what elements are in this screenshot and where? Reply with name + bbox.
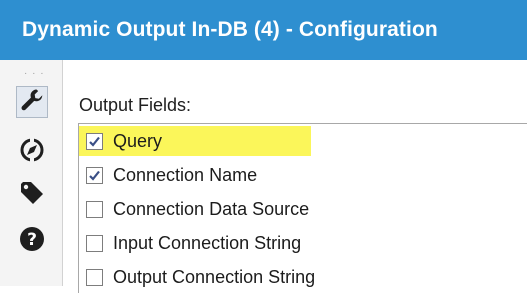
- checkmark-icon: [89, 170, 100, 181]
- navigator-icon: [19, 137, 45, 168]
- list-item[interactable]: Connection Data Source: [79, 194, 309, 224]
- tag-icon: [19, 180, 45, 211]
- window-title: Dynamic Output In-DB (4) - Configuration: [22, 18, 438, 41]
- field-label: Input Connection String: [113, 232, 302, 253]
- wrench-icon: [19, 87, 45, 118]
- field-label: Connection Name: [113, 164, 258, 185]
- field-label: Query: [113, 130, 163, 151]
- sidebar-tool-help[interactable]: ?: [16, 225, 48, 257]
- field-label: Connection Data Source: [113, 198, 310, 219]
- field-checkbox[interactable]: [86, 132, 103, 150]
- sidebar-grip-icon[interactable]: · · ·: [24, 69, 45, 79]
- field-checkbox[interactable]: [86, 234, 103, 252]
- list-item[interactable]: Input Connection String: [79, 228, 301, 258]
- output-fields-label: Output Fields:: [79, 95, 192, 115]
- help-icon: ?: [19, 226, 45, 257]
- checkmark-icon: [89, 136, 100, 147]
- tool-sidebar: · · · ?: [0, 60, 63, 286]
- field-checkbox[interactable]: [86, 200, 103, 218]
- sidebar-tool-configuration[interactable]: [16, 86, 48, 118]
- window-titlebar: Dynamic Output In-DB (4) - Configuration: [0, 0, 527, 60]
- output-fields-list: Query Connection Name Connection Data So…: [78, 123, 527, 293]
- field-label: Output Connection String: [113, 266, 316, 287]
- svg-text:?: ?: [27, 230, 37, 250]
- sidebar-tool-annotation[interactable]: [16, 179, 48, 211]
- field-checkbox[interactable]: [86, 268, 103, 286]
- list-item[interactable]: Output Connection String: [79, 262, 315, 292]
- sidebar-tool-navigator[interactable]: [16, 136, 48, 168]
- list-item[interactable]: Query: [79, 126, 311, 156]
- configuration-panel: Output Fields: Query Connection Name Con…: [63, 60, 527, 293]
- field-checkbox[interactable]: [86, 166, 103, 184]
- list-item[interactable]: Connection Name: [79, 160, 257, 190]
